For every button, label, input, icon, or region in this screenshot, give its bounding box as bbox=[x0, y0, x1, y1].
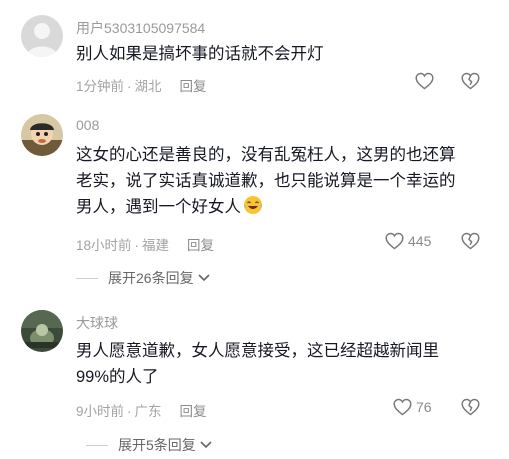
comment-text-line: 老实，说了实话真诚道歉，也只能说算是一个幸运的 bbox=[76, 172, 456, 190]
expand-replies-button[interactable]: 展开26条回复 bbox=[76, 268, 211, 288]
timestamp: 9小时前 bbox=[76, 404, 125, 419]
comment-meta: 9小时前 · 广东 回复 bbox=[76, 400, 207, 420]
username[interactable]: 用户5303105097584 bbox=[76, 18, 205, 38]
expand-replies-button[interactable]: 展开5条回复 bbox=[86, 435, 213, 455]
expand-replies-label: 展开26条回复 bbox=[108, 270, 194, 286]
expand-replies-label: 展开5条回复 bbox=[118, 437, 196, 453]
divider-line bbox=[76, 277, 98, 279]
location: 广东 bbox=[134, 404, 162, 419]
reply-button[interactable]: 回复 bbox=[180, 404, 207, 419]
like-button[interactable]: 445 bbox=[385, 232, 431, 250]
like-button[interactable] bbox=[415, 72, 434, 90]
dislike-button[interactable] bbox=[461, 398, 480, 421]
separator: · bbox=[127, 404, 132, 419]
location: 湖北 bbox=[134, 79, 162, 94]
comment-text-line: 99%的人了 bbox=[76, 368, 159, 386]
comment-meta: 1分钟前 · 湖北 回复 bbox=[76, 75, 207, 95]
like-count: 76 bbox=[416, 399, 432, 415]
heart-icon bbox=[393, 398, 412, 416]
laughing-crying-emoji-icon bbox=[244, 196, 262, 214]
avatar[interactable] bbox=[21, 114, 63, 156]
comment-item: 大球球 男人愿意道歉，女人愿意接受，这已经超越新闻里 99%的人了 9小时前 · 广… bbox=[0, 292, 509, 459]
comment-text-line: 男人愿意道歉，女人愿意接受，这已经超越新闻里 bbox=[76, 342, 439, 360]
like-button[interactable]: 76 bbox=[393, 398, 432, 416]
comment-meta: 18小时前 · 福建 回复 bbox=[76, 234, 214, 254]
timestamp: 18小时前 bbox=[76, 238, 132, 253]
broken-heart-icon bbox=[461, 398, 480, 416]
comment-item: 用户5303105097584 别人如果是搞坏事的话就不会开灯 1分钟前 · 湖北 回… bbox=[0, 0, 509, 100]
avatar[interactable] bbox=[21, 15, 63, 57]
comment-text-line: 这女的心还是善良的，没有乱冤枉人，这男的也还算 bbox=[76, 146, 456, 164]
broken-heart-icon bbox=[461, 232, 480, 250]
reply-button[interactable]: 回复 bbox=[180, 79, 207, 94]
broken-heart-icon bbox=[461, 72, 480, 90]
chevron-down-icon bbox=[200, 441, 212, 449]
heart-icon bbox=[415, 72, 434, 90]
timestamp: 1分钟前 bbox=[76, 79, 125, 94]
comment-item: 008 这女的心还是善良的，没有乱冤枉人，这男的也还算 老实，说了实话真诚道歉，… bbox=[0, 100, 509, 292]
dislike-button[interactable] bbox=[461, 72, 480, 95]
username[interactable]: 大球球 bbox=[76, 313, 118, 333]
separator: · bbox=[127, 79, 132, 94]
divider-line bbox=[86, 444, 108, 446]
reply-button[interactable]: 回复 bbox=[187, 238, 214, 253]
chevron-down-icon bbox=[198, 274, 210, 282]
avatar[interactable] bbox=[21, 310, 63, 352]
like-count: 445 bbox=[408, 233, 432, 249]
location: 福建 bbox=[142, 238, 170, 253]
comment-text: 别人如果是搞坏事的话就不会开灯 bbox=[76, 45, 324, 63]
separator: · bbox=[134, 238, 140, 253]
comment-text: 男人愿意道歉，女人愿意接受，这已经超越新闻里 99%的人了 bbox=[76, 338, 488, 390]
heart-icon bbox=[385, 232, 404, 250]
comment-text-line: 男人，遇到一个好女人 bbox=[76, 194, 488, 220]
username[interactable]: 008 bbox=[76, 117, 99, 133]
comment-text: 这女的心还是善良的，没有乱冤枉人，这男的也还算 老实，说了实话真诚道歉，也只能说… bbox=[76, 142, 488, 220]
dislike-button[interactable] bbox=[461, 232, 480, 255]
